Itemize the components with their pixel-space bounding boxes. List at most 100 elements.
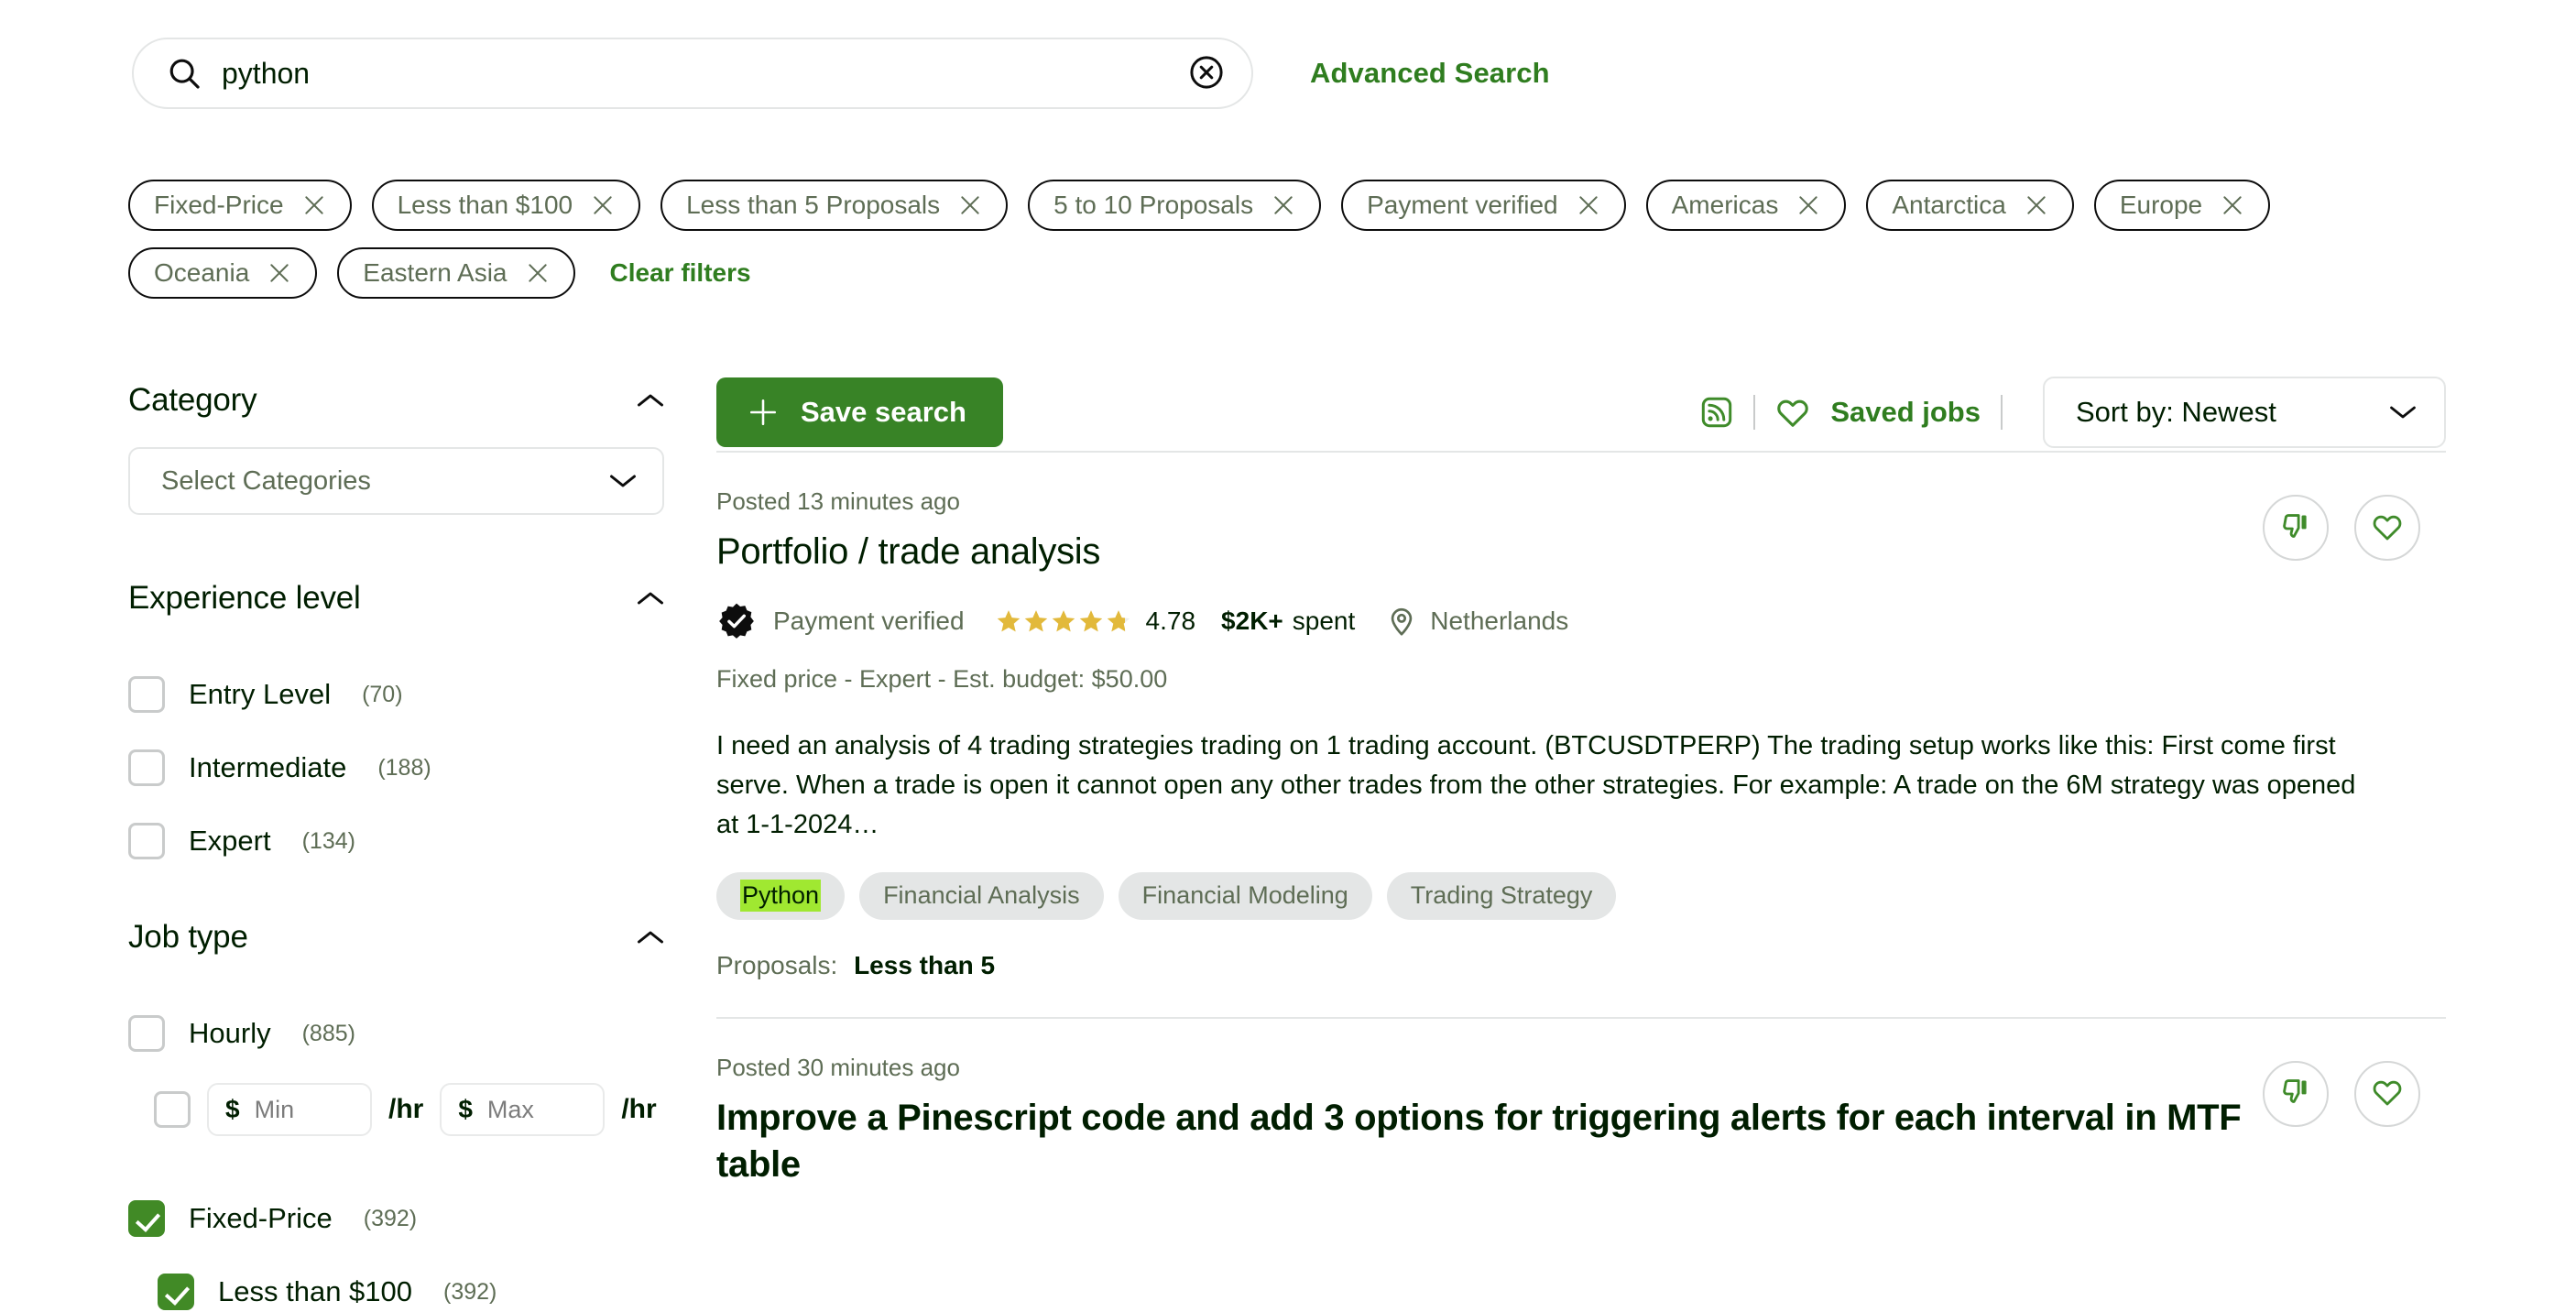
job-search-page: Advanced Search Fixed-Price Less than $1… bbox=[0, 0, 2576, 1312]
divider bbox=[1753, 395, 1755, 430]
filter-chip[interactable]: Payment verified bbox=[1341, 180, 1626, 231]
skill-tag[interactable]: Financial Modeling bbox=[1119, 872, 1372, 920]
skill-tag[interactable]: Trading Strategy bbox=[1387, 872, 1617, 920]
checkbox-less-than-100[interactable] bbox=[158, 1274, 194, 1310]
chevron-up-icon[interactable] bbox=[637, 590, 664, 607]
chevron-up-icon[interactable] bbox=[637, 392, 664, 409]
search-box[interactable] bbox=[132, 38, 1253, 109]
filter-chip-label: Less than $100 bbox=[398, 191, 573, 220]
facet-experience-title: Experience level bbox=[128, 580, 361, 617]
close-icon[interactable] bbox=[267, 261, 291, 285]
filter-option-label: Entry Level bbox=[189, 678, 331, 711]
thumbs-down-icon bbox=[2280, 511, 2311, 545]
filter-chip[interactable]: Fixed-Price bbox=[128, 180, 352, 231]
filter-option-label: Expert bbox=[189, 825, 271, 858]
skill-tag-label: Python bbox=[740, 880, 821, 912]
filter-chip[interactable]: Eastern Asia bbox=[337, 247, 574, 299]
job-proposals-value: Less than 5 bbox=[854, 951, 995, 979]
payment-verified-label: Payment verified bbox=[773, 607, 965, 636]
job-skill-tags: Python Financial Analysis Financial Mode… bbox=[716, 872, 2446, 920]
min-rate-input[interactable]: $ Min bbox=[207, 1083, 372, 1136]
facet-experience-header[interactable]: Experience level bbox=[128, 572, 664, 625]
save-job-button[interactable] bbox=[2354, 1061, 2420, 1127]
checkbox-hourly[interactable] bbox=[128, 1015, 165, 1052]
filter-chip-label: Europe bbox=[2120, 191, 2202, 220]
filter-option-entry-level[interactable]: Entry Level (70) bbox=[128, 658, 664, 731]
close-icon[interactable] bbox=[526, 261, 550, 285]
filter-chip[interactable]: Europe bbox=[2094, 180, 2270, 231]
checkbox-entry-level[interactable] bbox=[128, 676, 165, 713]
filter-chip[interactable]: Americas bbox=[1646, 180, 1847, 231]
filters-sidebar: Category Select Categories Experi bbox=[128, 374, 664, 1312]
plus-icon bbox=[748, 397, 779, 428]
filter-option-label: Less than $100 bbox=[218, 1275, 412, 1308]
per-hour-label-max: /hr bbox=[621, 1094, 656, 1125]
filter-chip[interactable]: Oceania bbox=[128, 247, 317, 299]
close-icon[interactable] bbox=[2221, 193, 2244, 217]
skill-tag[interactable]: Financial Analysis bbox=[859, 872, 1104, 920]
job-card[interactable]: Posted 30 minutes ago Improve a Pinescri… bbox=[716, 1019, 2446, 1251]
max-rate-placeholder: Max bbox=[487, 1096, 534, 1124]
job-title[interactable]: Improve a Pinescript code and add 3 opti… bbox=[716, 1095, 2274, 1188]
dislike-job-button[interactable] bbox=[2263, 495, 2329, 561]
client-location: Netherlands bbox=[1430, 607, 1568, 636]
search-row: Advanced Search bbox=[132, 38, 1550, 109]
job-posted-time: Posted 13 minutes ago bbox=[716, 487, 2446, 516]
save-job-button[interactable] bbox=[2354, 495, 2420, 561]
job-title[interactable]: Portfolio / trade analysis bbox=[716, 529, 2274, 575]
advanced-search-link[interactable]: Advanced Search bbox=[1310, 57, 1550, 90]
job-card[interactable]: Posted 13 minutes ago Portfolio / trade … bbox=[716, 453, 2446, 1017]
filter-chip-label: 5 to 10 Proposals bbox=[1053, 191, 1253, 220]
saved-jobs-link[interactable]: Saved jobs bbox=[1830, 396, 1981, 429]
checkbox-fixed-price[interactable] bbox=[128, 1200, 165, 1237]
category-select[interactable]: Select Categories bbox=[128, 447, 664, 515]
currency-symbol: $ bbox=[458, 1095, 473, 1124]
sort-select[interactable]: Sort by: Newest bbox=[2043, 377, 2446, 448]
close-icon[interactable] bbox=[1796, 193, 1820, 217]
skill-tag[interactable]: Python bbox=[716, 872, 845, 920]
heart-icon bbox=[2372, 1077, 2403, 1110]
filter-option-less-than-100[interactable]: Less than $100 (392) bbox=[128, 1255, 664, 1312]
facet-category-header[interactable]: Category bbox=[128, 374, 664, 427]
filter-chip-label: Antarctica bbox=[1892, 191, 2006, 220]
thumbs-down-icon bbox=[2280, 1077, 2311, 1110]
filter-chip[interactable]: 5 to 10 Proposals bbox=[1028, 180, 1321, 231]
close-icon[interactable] bbox=[591, 193, 615, 217]
clear-filters-link[interactable]: Clear filters bbox=[610, 258, 751, 288]
filter-option-hourly[interactable]: Hourly (885) bbox=[128, 997, 664, 1070]
filter-option-count: (134) bbox=[302, 828, 355, 855]
filter-option-count: (188) bbox=[377, 755, 431, 782]
filter-option-fixed-price[interactable]: Fixed-Price (392) bbox=[128, 1182, 664, 1255]
search-input[interactable] bbox=[202, 56, 1187, 92]
close-icon[interactable] bbox=[958, 193, 982, 217]
filter-chip-label: Fixed-Price bbox=[154, 191, 284, 220]
close-icon[interactable] bbox=[1272, 193, 1295, 217]
hourly-rate-row: $ Min /hr $ Max /hr bbox=[128, 1070, 664, 1149]
checkbox-expert[interactable] bbox=[128, 823, 165, 859]
close-icon[interactable] bbox=[302, 193, 326, 217]
chevron-up-icon[interactable] bbox=[637, 929, 664, 946]
save-search-button[interactable]: Save search bbox=[716, 377, 1003, 447]
close-icon[interactable] bbox=[1577, 193, 1600, 217]
clear-search-button[interactable] bbox=[1187, 54, 1226, 93]
client-spent-label: spent bbox=[1293, 607, 1356, 636]
filter-chip-label: Less than 5 Proposals bbox=[686, 191, 940, 220]
dislike-job-button[interactable] bbox=[2263, 1061, 2329, 1127]
job-card-actions bbox=[2263, 495, 2420, 561]
filter-chip-label: Payment verified bbox=[1367, 191, 1558, 220]
max-rate-input[interactable]: $ Max bbox=[440, 1083, 605, 1136]
filter-option-expert[interactable]: Expert (134) bbox=[128, 804, 664, 878]
filter-chip[interactable]: Less than $100 bbox=[372, 180, 641, 231]
heart-icon[interactable] bbox=[1775, 397, 1810, 428]
sort-select-label: Sort by: Newest bbox=[2076, 396, 2276, 429]
filter-chip[interactable]: Less than 5 Proposals bbox=[660, 180, 1008, 231]
filter-chip[interactable]: Antarctica bbox=[1866, 180, 2074, 231]
checkbox-hourly-rate[interactable] bbox=[154, 1091, 191, 1128]
close-icon[interactable] bbox=[2025, 193, 2048, 217]
spacer bbox=[128, 1149, 664, 1182]
facet-job-type-header[interactable]: Job type bbox=[128, 911, 664, 964]
heart-icon bbox=[2372, 512, 2403, 544]
filter-option-intermediate[interactable]: Intermediate (188) bbox=[128, 731, 664, 804]
rss-icon[interactable] bbox=[1700, 396, 1733, 429]
checkbox-intermediate[interactable] bbox=[128, 749, 165, 786]
